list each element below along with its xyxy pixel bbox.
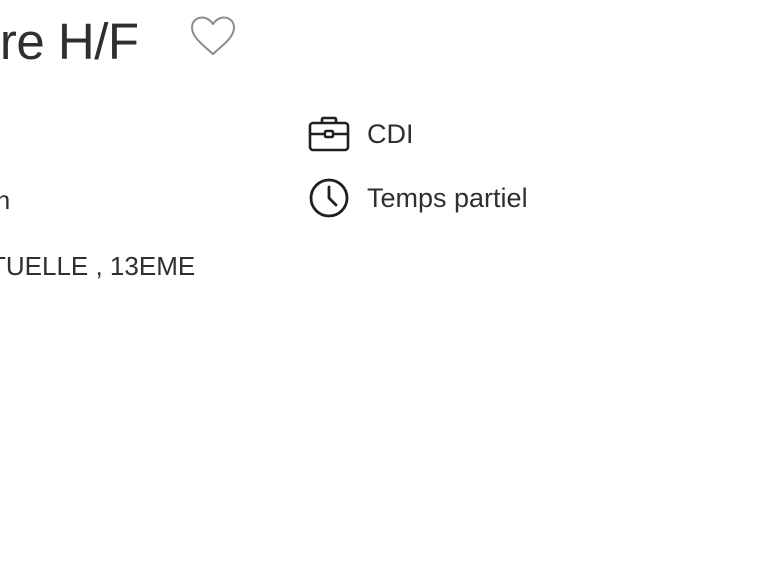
job-offer-page: ore H/F in TUELLE , 13EME CDI Temps part…: [0, 0, 768, 562]
clock-icon: [308, 178, 352, 218]
job-location-text: in: [0, 185, 11, 215]
job-title: ore H/F: [0, 13, 139, 70]
contract-type-label: CDI: [367, 119, 414, 149]
work-schedule-label: Temps partiel: [367, 183, 528, 213]
briefcase-icon: [308, 114, 352, 154]
contract-type-row: CDI: [308, 114, 414, 154]
work-schedule-row: Temps partiel: [308, 178, 528, 218]
favorite-button[interactable]: [188, 14, 238, 58]
heart-outline-icon: [191, 16, 235, 55]
job-benefits-text: TUELLE , 13EME: [0, 251, 196, 281]
